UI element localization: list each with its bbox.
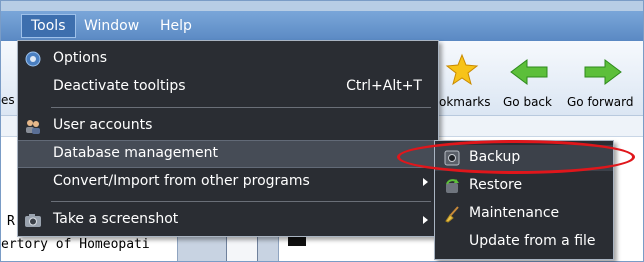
deactivate-tooltips-shortcut: Ctrl+Alt+T (346, 78, 422, 94)
tools-dropdown-menu: Options Deactivate tooltips Ctrl+Alt+T U… (17, 40, 439, 237)
menu-item-take-screenshot[interactable]: Take a screenshot (18, 207, 438, 233)
broom-icon (445, 206, 459, 223)
menu-help[interactable]: Help (151, 15, 201, 37)
document-icon (226, 235, 258, 261)
update-from-file-label: Update from a file (469, 233, 596, 249)
document-title-text: ertory of Homeopati (1, 237, 150, 252)
submenu-item-restore[interactable]: Restore (435, 173, 613, 199)
user-accounts-label: User accounts (53, 117, 153, 133)
star-icon (445, 53, 479, 86)
document-letter: R (7, 214, 15, 229)
restore-icon (446, 179, 459, 193)
options-gear-icon (25, 51, 41, 67)
menu-separator (51, 201, 431, 202)
go-forward-label: Go forward (567, 95, 634, 109)
options-label: Options (53, 50, 108, 66)
submenu-item-update-from-file[interactable]: Update from a file (435, 229, 613, 255)
take-screenshot-label: Take a screenshot (53, 211, 179, 227)
menu-item-database-management[interactable]: Database management (18, 140, 438, 168)
bookmarks-label: okmarks (439, 95, 491, 109)
database-management-label: Database management (53, 145, 219, 161)
arrow-left-icon (510, 59, 548, 85)
toolbar-fragment-label: es (1, 93, 15, 107)
deactivate-tooltips-label: Deactivate tooltips (53, 78, 186, 94)
camera-icon (25, 214, 41, 227)
users-icon (26, 120, 40, 134)
restore-label: Restore (469, 177, 523, 193)
title-strip (1, 1, 643, 11)
maintenance-label: Maintenance (469, 205, 560, 221)
submenu-arrow-icon (423, 178, 428, 186)
annotation-highlight-ring (397, 140, 635, 174)
arrow-right-icon (584, 59, 622, 85)
menu-window[interactable]: Window (75, 15, 148, 37)
menu-item-options[interactable]: Options (18, 46, 438, 72)
go-back-label: Go back (503, 95, 552, 109)
menu-tools[interactable]: Tools (21, 14, 76, 38)
submenu-item-maintenance[interactable]: Maintenance (435, 201, 613, 227)
menu-bar: Tools Window Help (1, 11, 643, 41)
convert-import-label: Convert/Import from other programs (53, 173, 310, 189)
menu-item-deactivate-tooltips[interactable]: Deactivate tooltips Ctrl+Alt+T (18, 74, 438, 100)
menu-item-convert-import[interactable]: Convert/Import from other programs (18, 169, 438, 195)
submenu-arrow-icon (423, 216, 428, 224)
menu-item-user-accounts[interactable]: User accounts (18, 113, 438, 139)
menu-separator (51, 107, 431, 108)
